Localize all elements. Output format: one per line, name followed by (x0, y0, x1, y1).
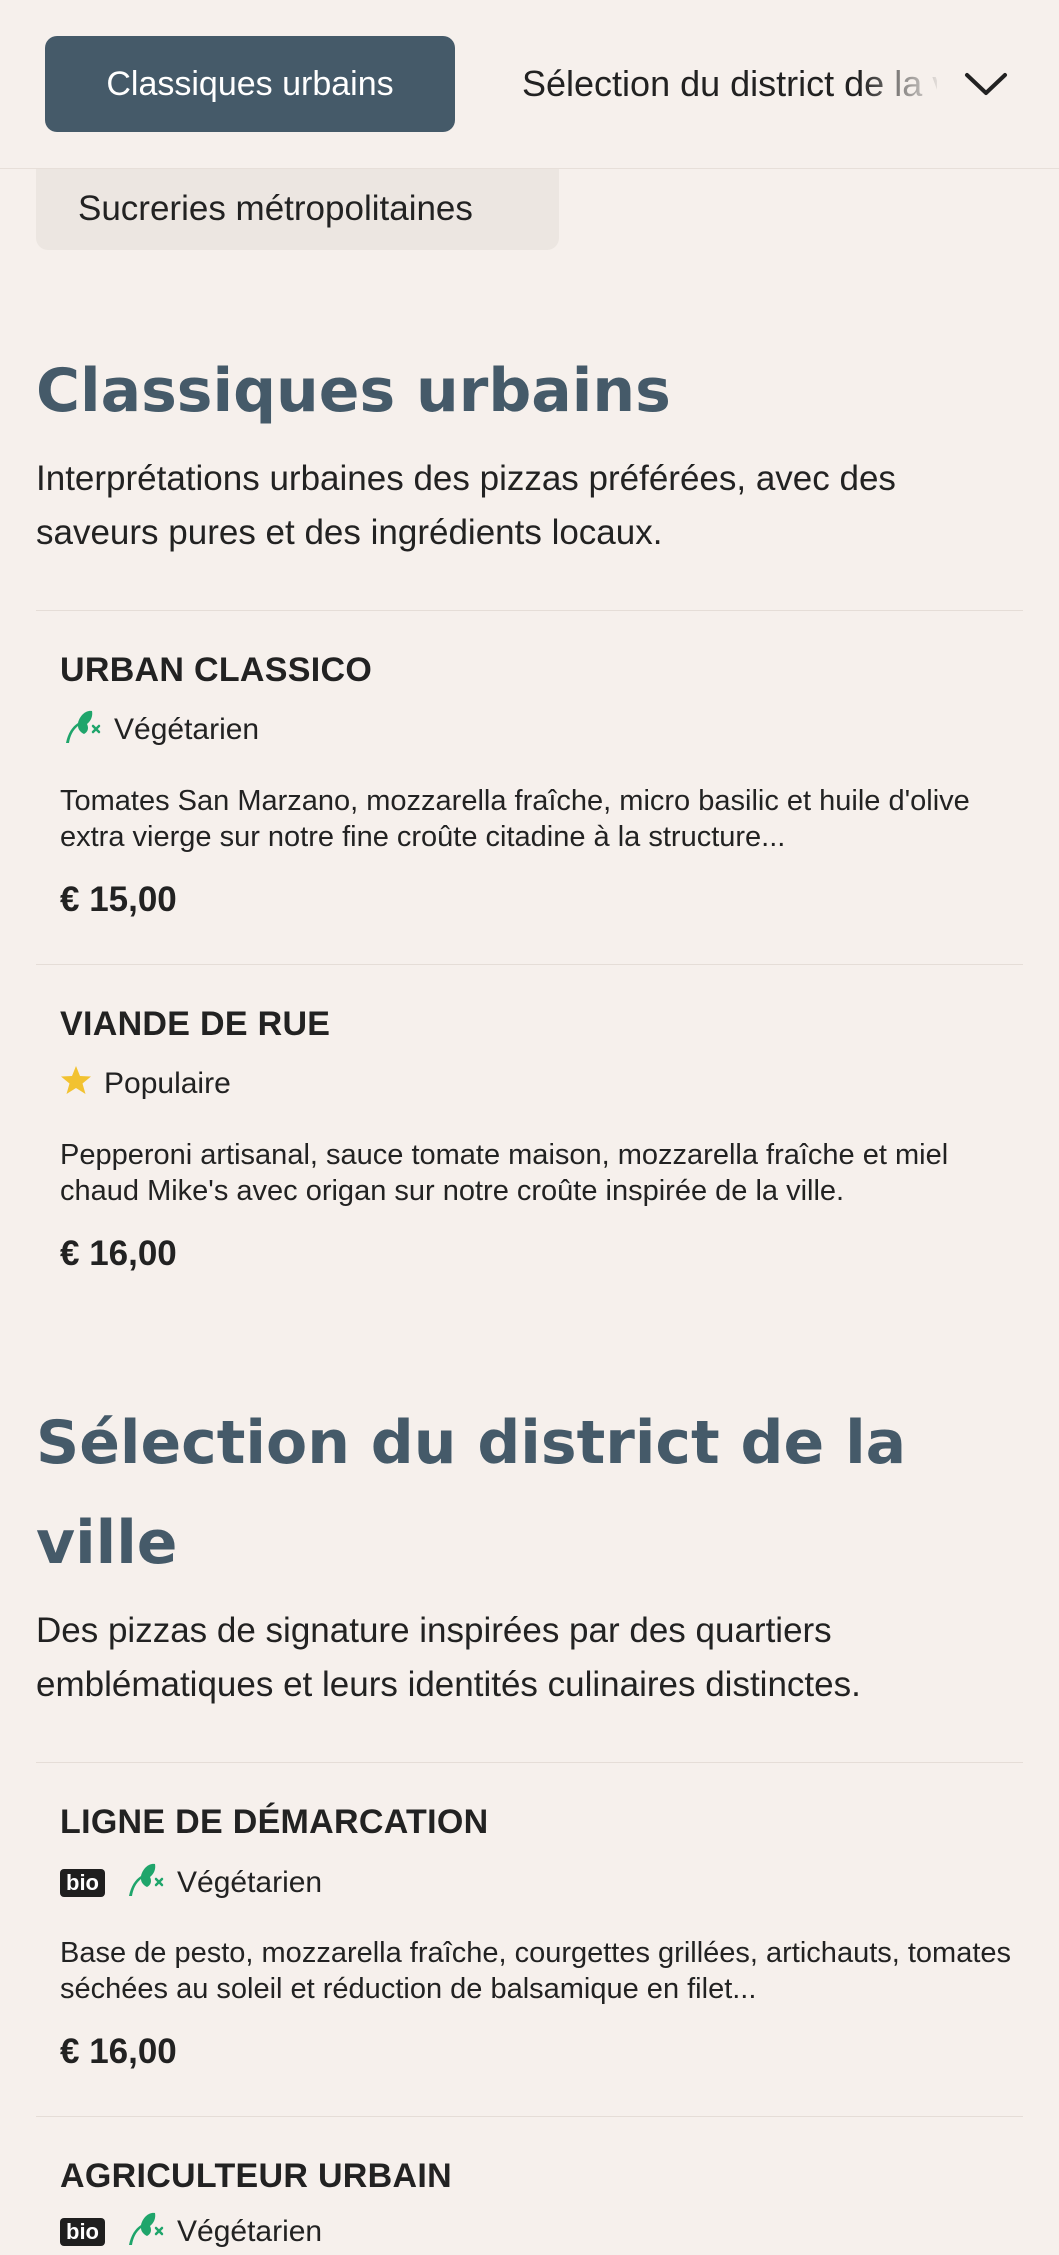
item-name: LIGNE DE DÉMARCATION (60, 1803, 489, 1841)
tag: Végétarien (123, 2209, 322, 2255)
tab-overflow-fade (860, 40, 960, 130)
item-name: AGRICULTEUR URBAIN (60, 2157, 452, 2195)
category-nav: Classiques urbains Sélection du district… (0, 0, 1059, 169)
star-icon (60, 1064, 92, 1104)
vegetarian-icon (60, 707, 102, 753)
item-tags: bio Végétarien (60, 2212, 340, 2252)
tab-classiques-urbains[interactable]: Classiques urbains (45, 36, 455, 132)
tag-label: Végétarien (114, 713, 260, 746)
section-title: Classiques urbains (36, 356, 671, 426)
section-description: Des pizzas de signature inspirées par de… (36, 1611, 861, 1704)
item-price: € 16,00 (60, 1234, 177, 1273)
divider (36, 964, 1023, 965)
tag: Végétarien (123, 1860, 322, 1906)
chevron-down-icon[interactable] (956, 58, 1016, 110)
item-price: € 16,00 (60, 2032, 177, 2071)
bio-badge: bio (60, 1869, 105, 1897)
tab-sucreries-metropolitaines[interactable]: Sucreries métropolitaines (36, 168, 559, 250)
item-tags: Végétarien (60, 710, 277, 750)
tag: Végétarien (60, 707, 259, 753)
item-description: Tomates San Marzano, mozzarella fraîche,… (60, 785, 970, 853)
item-description: Base de pesto, mozzarella fraîche, courg… (60, 1937, 1012, 2005)
item-description: Pepperoni artisanal, sauce tomate maison… (60, 1139, 949, 1207)
tag: Populaire (60, 1064, 231, 1104)
bio-badge: bio (60, 2218, 105, 2246)
vegetarian-icon (123, 2209, 165, 2255)
item-name: VIANDE DE RUE (60, 1005, 331, 1043)
item-name: URBAN CLASSICO (60, 651, 373, 689)
section-title-continued: ville (36, 1508, 178, 1578)
item-tags: Populaire (60, 1064, 249, 1104)
item-price: € 15,00 (60, 880, 177, 919)
divider (36, 610, 1023, 611)
tag-label: Populaire (104, 1067, 231, 1100)
section-description: Interprétations urbaines des pizzas préf… (36, 459, 896, 552)
tag-label: Végétarien (177, 2215, 323, 2248)
section-title: Sélection du district de la (36, 1408, 907, 1478)
divider (36, 2116, 1023, 2117)
divider (36, 1762, 1023, 1763)
vegetarian-icon (123, 1860, 165, 1906)
item-tags: bio Végétarien (60, 1863, 340, 1903)
tag-label: Végétarien (177, 1866, 323, 1899)
